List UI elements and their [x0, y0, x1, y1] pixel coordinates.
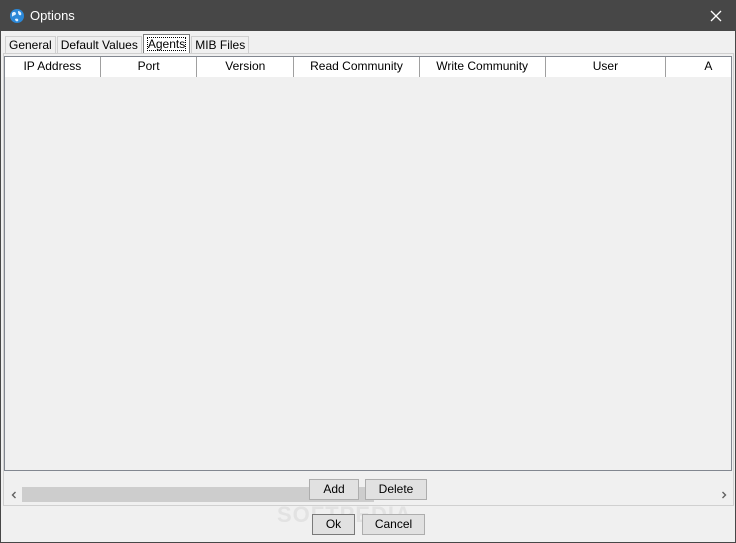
column-header-port[interactable]: Port [100, 57, 198, 77]
tab-strip: General Default Values Agents MIB Files [5, 34, 250, 54]
table-header: IP Address Port Version Read Community W… [5, 57, 731, 77]
ok-button[interactable]: Ok [312, 514, 355, 535]
tab-mib-files[interactable]: MIB Files [191, 36, 250, 54]
agents-table[interactable]: IP Address Port Version Read Community W… [4, 56, 732, 471]
globe-icon [9, 8, 25, 24]
tab-label: Agents [146, 37, 187, 51]
column-header-read-community[interactable]: Read Community [294, 57, 420, 77]
cancel-button[interactable]: Cancel [362, 514, 425, 535]
tab-agents[interactable]: Agents [142, 34, 191, 54]
dialog-body: General Default Values Agents MIB Files … [0, 31, 736, 543]
tab-label: MIB Files [195, 38, 246, 52]
tab-label: Default Values [60, 38, 138, 52]
window-title: Options [30, 8, 75, 23]
scroll-left-icon[interactable] [5, 486, 22, 503]
column-header-write-community[interactable]: Write Community [419, 57, 546, 77]
delete-button[interactable]: Delete [365, 479, 427, 500]
title-bar: Options [0, 0, 736, 31]
add-button[interactable]: Add [309, 479, 359, 500]
column-header-truncated[interactable]: A [666, 57, 731, 77]
scroll-right-icon[interactable] [715, 486, 732, 503]
tab-default-values[interactable]: Default Values [56, 36, 142, 54]
close-icon[interactable] [696, 0, 736, 31]
column-header-ip-address[interactable]: IP Address [5, 57, 101, 77]
column-header-user[interactable]: User [545, 57, 667, 77]
tab-general[interactable]: General [5, 36, 56, 54]
tab-label: General [9, 38, 52, 52]
column-header-version[interactable]: Version [197, 57, 295, 77]
